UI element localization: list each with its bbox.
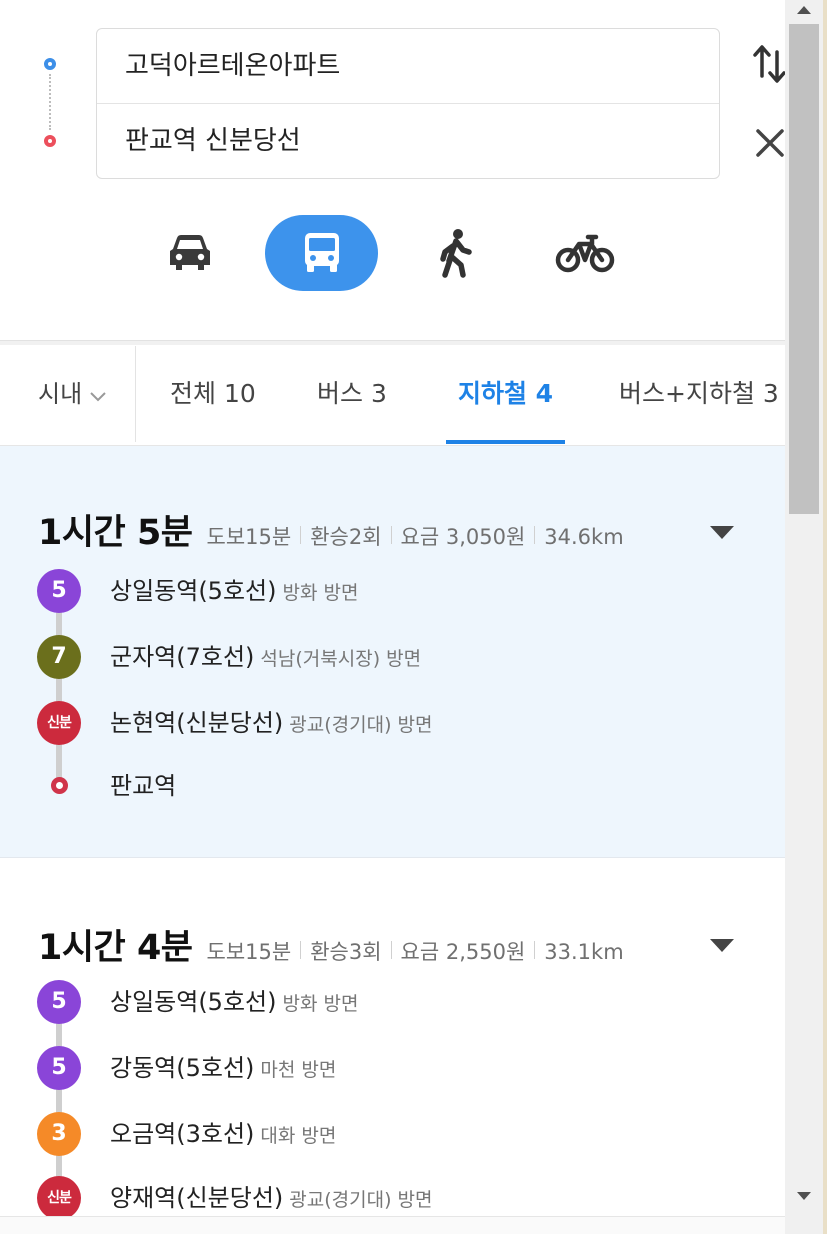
mode-bike-tab[interactable]	[545, 215, 625, 291]
direction-text: 광교(경기대) 방면	[289, 714, 433, 736]
step-text: 상일동역(5호선) 방화 방면	[110, 977, 358, 1029]
route-summary: 1시간 4분 도보15분 환승3회 요금 2,550원 33.1km	[38, 919, 624, 968]
search-box: 고덕아르테온아파트 판교역 신분당선	[96, 28, 720, 179]
meta-separator	[300, 526, 302, 544]
bus-icon	[304, 233, 339, 272]
bottom-toolbar	[0, 1216, 785, 1234]
route-card[interactable]: 1시간 5분 도보15분 환승2회 요금 3,050원 34.6km 5 상일동…	[0, 446, 785, 858]
route-spine	[56, 591, 62, 786]
route-walk-time: 도보15분	[206, 940, 292, 964]
station-name: 오금역(3호선)	[110, 1120, 255, 1148]
line-badge: 3	[37, 1112, 81, 1156]
scroll-down-arrow-icon[interactable]	[785, 1186, 823, 1206]
step-text: 강동역(5호선) 마천 방면	[110, 1043, 336, 1095]
swap-icon	[753, 45, 785, 83]
map-edge	[823, 0, 827, 1234]
mode-walk-tab[interactable]	[415, 215, 495, 291]
route-transfers: 환승2회	[310, 525, 382, 549]
origin-input[interactable]: 고덕아르테온아파트	[97, 29, 719, 104]
meta-separator	[390, 941, 392, 959]
route-transfers: 환승3회	[310, 940, 382, 964]
tab-subway-label: 지하철 4	[457, 379, 554, 408]
meta-separator	[390, 526, 392, 544]
destination-input[interactable]: 판교역 신분당선	[97, 104, 719, 179]
direction-text: 마천 방면	[260, 1059, 337, 1081]
line-badge: 신분	[37, 1176, 81, 1220]
destination-dot-icon	[51, 777, 68, 794]
tab-bus[interactable]: 버스 3	[317, 346, 387, 442]
line-badge: 7	[37, 635, 81, 679]
region-label: 시내	[38, 380, 83, 408]
line-badge: 5	[37, 980, 81, 1024]
direction-text: 광교(경기대) 방면	[289, 1189, 433, 1211]
station-name: 상일동역(5호선)	[110, 988, 277, 1016]
route-step: 5 상일동역(5호선) 방화 방면	[0, 566, 785, 616]
step-text: 상일동역(5호선) 방화 방면	[110, 566, 358, 618]
station-name: 상일동역(5호선)	[110, 577, 277, 605]
station-name: 군자역(7호선)	[110, 643, 255, 671]
station-name: 판교역	[110, 772, 177, 800]
station-name: 양재역(신분당선)	[110, 1184, 284, 1212]
walk-icon	[440, 229, 472, 278]
region-dropdown[interactable]: 시내	[38, 346, 108, 442]
route-duration: 1시간 5분	[38, 513, 193, 553]
route-step: 7 군자역(7호선) 석남(거북시장) 방면	[0, 632, 785, 682]
line-badge: 5	[37, 1046, 81, 1090]
step-text: 판교역	[110, 761, 176, 811]
scroll-up-arrow-icon[interactable]	[785, 0, 823, 20]
route-distance: 34.6km	[544, 525, 624, 549]
tab-bus-subway[interactable]: 버스+지하철 3	[619, 346, 779, 442]
route-card[interactable]: 1시간 4분 도보15분 환승3회 요금 2,550원 33.1km 5 상일동…	[0, 859, 785, 1234]
route-walk-time: 도보15분	[206, 525, 292, 549]
direction-text: 방화 방면	[282, 993, 359, 1015]
meta-separator	[534, 526, 536, 544]
route-step: 판교역	[0, 761, 785, 811]
scrollbar-thumb[interactable]	[789, 24, 819, 514]
direction-text: 석남(거북시장) 방면	[260, 648, 422, 670]
route-filter-bar: 시내 전체 10 버스 3 지하철 4 버스+지하철 3	[0, 346, 785, 446]
direction-text: 방화 방면	[282, 582, 359, 604]
bike-icon	[555, 234, 615, 273]
scrollbar[interactable]	[785, 0, 823, 1234]
meta-separator	[534, 941, 536, 959]
close-icon	[756, 129, 784, 157]
line-badge: 5	[37, 569, 81, 613]
expand-caret-icon[interactable]	[709, 524, 735, 540]
mode-transit-tab[interactable]	[265, 215, 378, 291]
step-text: 군자역(7호선) 석남(거북시장) 방면	[110, 632, 421, 684]
directions-panel: 고덕아르테온아파트 판교역 신분당선 시내 전체 10 버스 3 지하철 4 버…	[0, 0, 785, 1234]
tab-all[interactable]: 전체 10	[170, 346, 256, 442]
route-step: 5 상일동역(5호선) 방화 방면	[0, 977, 785, 1027]
station-name: 강동역(5호선)	[110, 1054, 255, 1082]
active-tab-indicator	[446, 440, 565, 444]
mode-car-tab[interactable]	[150, 215, 230, 291]
section-divider	[0, 340, 785, 345]
clear-button[interactable]	[750, 122, 785, 164]
station-name: 논현역(신분당선)	[110, 709, 284, 737]
step-text: 논현역(신분당선) 광교(경기대) 방면	[110, 698, 433, 750]
car-icon	[170, 235, 210, 270]
line-badge: 신분	[37, 701, 81, 745]
swap-button[interactable]	[750, 42, 785, 86]
tab-subway[interactable]: 지하철 4	[446, 346, 565, 444]
meta-separator	[300, 941, 302, 959]
route-fare: 요금 3,050원	[400, 525, 526, 549]
route-step: 3 오금역(3호선) 대화 방면	[0, 1109, 785, 1159]
direction-text: 대화 방면	[260, 1125, 337, 1147]
filter-divider	[135, 346, 136, 442]
route-connector	[49, 74, 51, 130]
route-fare: 요금 2,550원	[400, 940, 526, 964]
expand-caret-icon[interactable]	[709, 937, 735, 953]
route-distance: 33.1km	[544, 940, 624, 964]
destination-marker-icon	[44, 135, 56, 147]
route-step: 5 강동역(5호선) 마천 방면	[0, 1043, 785, 1093]
route-step: 신분 논현역(신분당선) 광교(경기대) 방면	[0, 698, 785, 748]
route-duration: 1시간 4분	[38, 928, 193, 968]
chevron-down-icon	[88, 347, 108, 443]
step-text: 오금역(3호선) 대화 방면	[110, 1109, 336, 1161]
origin-marker-icon	[44, 58, 56, 70]
route-summary: 1시간 5분 도보15분 환승2회 요금 3,050원 34.6km	[38, 504, 624, 553]
